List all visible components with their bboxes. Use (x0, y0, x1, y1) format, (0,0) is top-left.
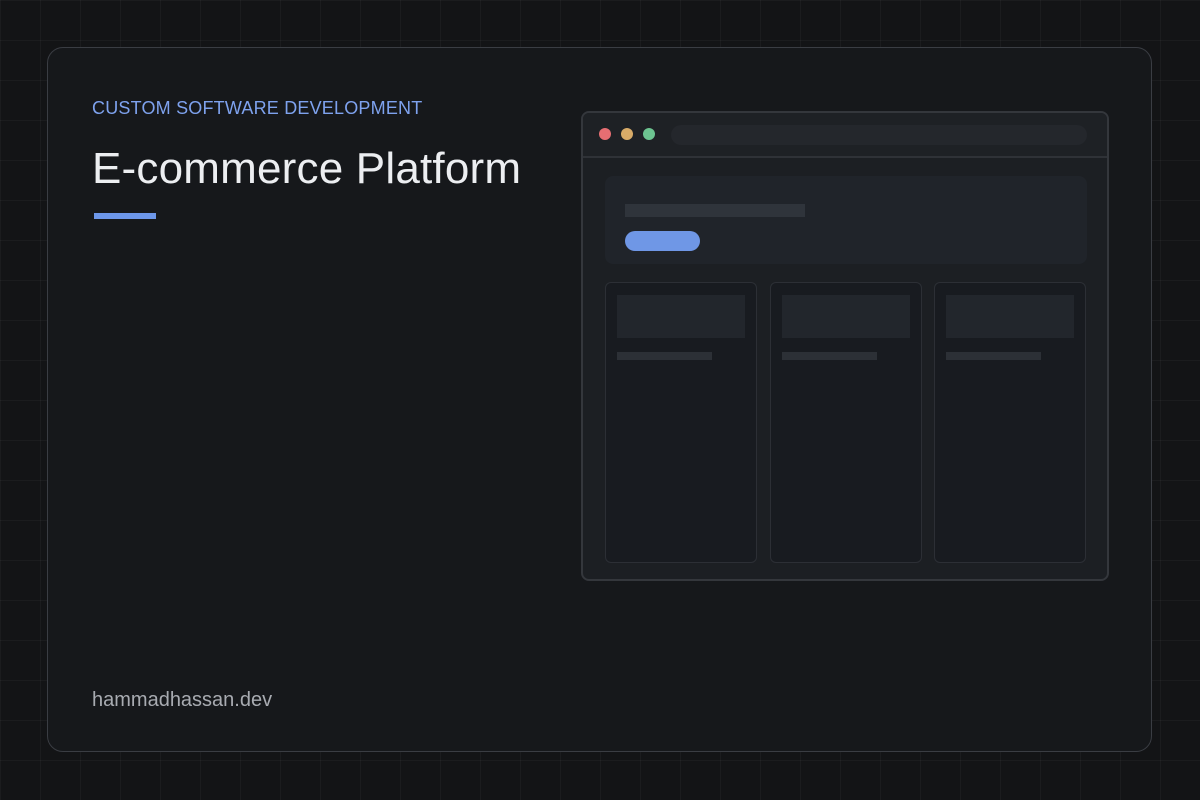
product-image-placeholder (617, 295, 745, 338)
project-card: CUSTOM SOFTWARE DEVELOPMENT E-commerce P… (47, 47, 1152, 752)
address-bar-placeholder (671, 125, 1087, 145)
product-card-placeholder (605, 282, 757, 563)
product-card-placeholder (770, 282, 922, 563)
minimize-dot-icon (621, 128, 633, 140)
project-title: E-commerce Platform (92, 144, 522, 193)
title-accent-rule (94, 213, 156, 219)
product-card-placeholder (934, 282, 1086, 563)
hero-button-placeholder (625, 231, 700, 251)
product-text-placeholder (946, 352, 1041, 360)
product-image-placeholder (782, 295, 910, 338)
hero-banner-placeholder (605, 176, 1087, 264)
maximize-dot-icon (643, 128, 655, 140)
browser-mockup (581, 111, 1109, 581)
hero-heading-placeholder (625, 204, 805, 217)
product-image-placeholder (946, 295, 1074, 338)
close-dot-icon (599, 128, 611, 140)
browser-toolbar (583, 113, 1107, 158)
category-label: CUSTOM SOFTWARE DEVELOPMENT (92, 98, 423, 118)
site-domain: hammadhassan.dev (92, 689, 273, 711)
product-text-placeholder (782, 352, 877, 360)
product-text-placeholder (617, 352, 712, 360)
